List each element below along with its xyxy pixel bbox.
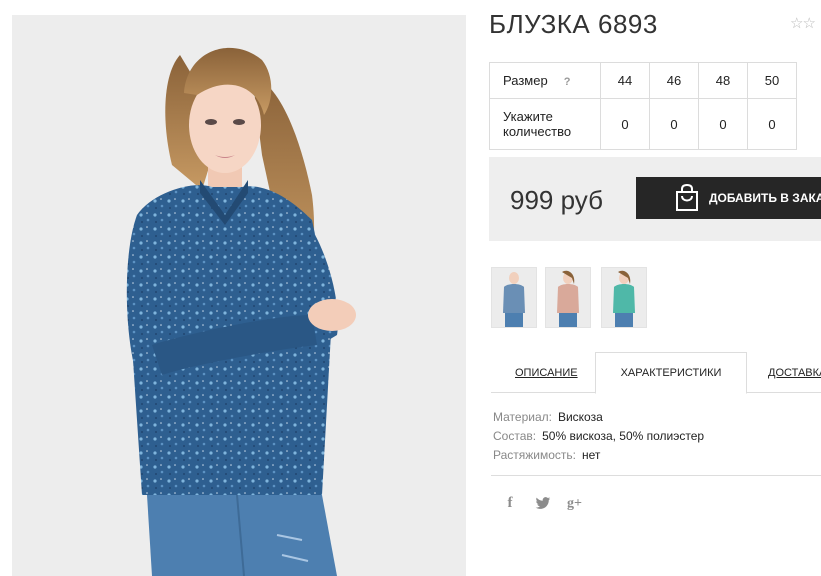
rating-stars[interactable]: ☆☆ [790,14,816,32]
thumb-blue-blouse[interactable] [491,267,537,328]
tab-characteristics[interactable]: ХАРАКТЕРИСТИКИ [595,352,747,394]
spec-row: Материал: Вискоза [493,408,704,427]
quantity-label: Укажите количество [503,109,572,139]
add-to-order-button[interactable]: ДОБАВИТЬ В ЗАКАЗ [636,177,821,219]
size-label-cell: Размер? [489,62,601,99]
specifications-list: Материал: Вискоза Состав: 50% вискоза, 50%… [493,408,704,465]
tab-description[interactable]: ОПИСАНИЕ [515,353,578,393]
help-icon[interactable]: ? [564,76,571,88]
product-title: БЛУЗКА 6893 [489,9,658,39]
size-option: 50 [747,62,797,99]
spec-key: Растяжимость: [493,448,577,462]
spec-row: Растяжимость: нет [493,446,704,465]
spec-key: Материал: [493,410,552,424]
section-divider [491,475,821,476]
star-outline-icon[interactable]: ☆ [790,14,803,32]
size-label: Размер [503,73,548,88]
price: 999 руб [510,185,603,215]
google-plus-icon[interactable]: g+ [567,496,582,512]
size-option: 44 [600,62,650,99]
quantity-row: Укажите количество 0 0 0 0 [489,98,797,150]
share-buttons: f g+ [503,495,582,512]
quantity-input[interactable]: 0 [698,98,748,150]
add-to-order-label: ДОБАВИТЬ В ЗАКАЗ [709,191,821,205]
thumb-mint-blouse[interactable] [601,267,647,328]
quantity-input[interactable]: 0 [600,98,650,150]
twitter-icon[interactable] [535,497,551,510]
quantity-input[interactable]: 0 [747,98,797,150]
thumb-beige-blouse[interactable] [545,267,591,328]
spec-value: Вискоза [557,410,603,424]
size-option: 46 [649,62,699,99]
spec-key: Состав: [493,429,537,443]
size-option: 48 [698,62,748,99]
quantity-label-cell: Укажите количество [489,98,601,150]
model-photo [12,15,466,576]
size-row: Размер? 44 46 48 50 [489,62,797,99]
spec-value: нет [582,448,601,462]
star-outline-icon[interactable]: ☆ [802,14,815,32]
shopping-bag-icon [674,184,700,212]
spec-value: 50% вискоза, 50% полиэстер [542,429,705,443]
product-main-image[interactable] [12,15,466,576]
quantity-input[interactable]: 0 [649,98,699,150]
tab-delivery[interactable]: ДОСТАВКА [768,353,821,393]
spec-row: Состав: 50% вискоза, 50% полиэстер [493,427,704,446]
buy-box: 999 руб ДОБАВИТЬ В ЗАКАЗ [489,157,821,241]
facebook-icon[interactable]: f [503,495,517,512]
size-quantity-table: Размер? 44 46 48 50 Укажите количество 0… [489,62,797,150]
